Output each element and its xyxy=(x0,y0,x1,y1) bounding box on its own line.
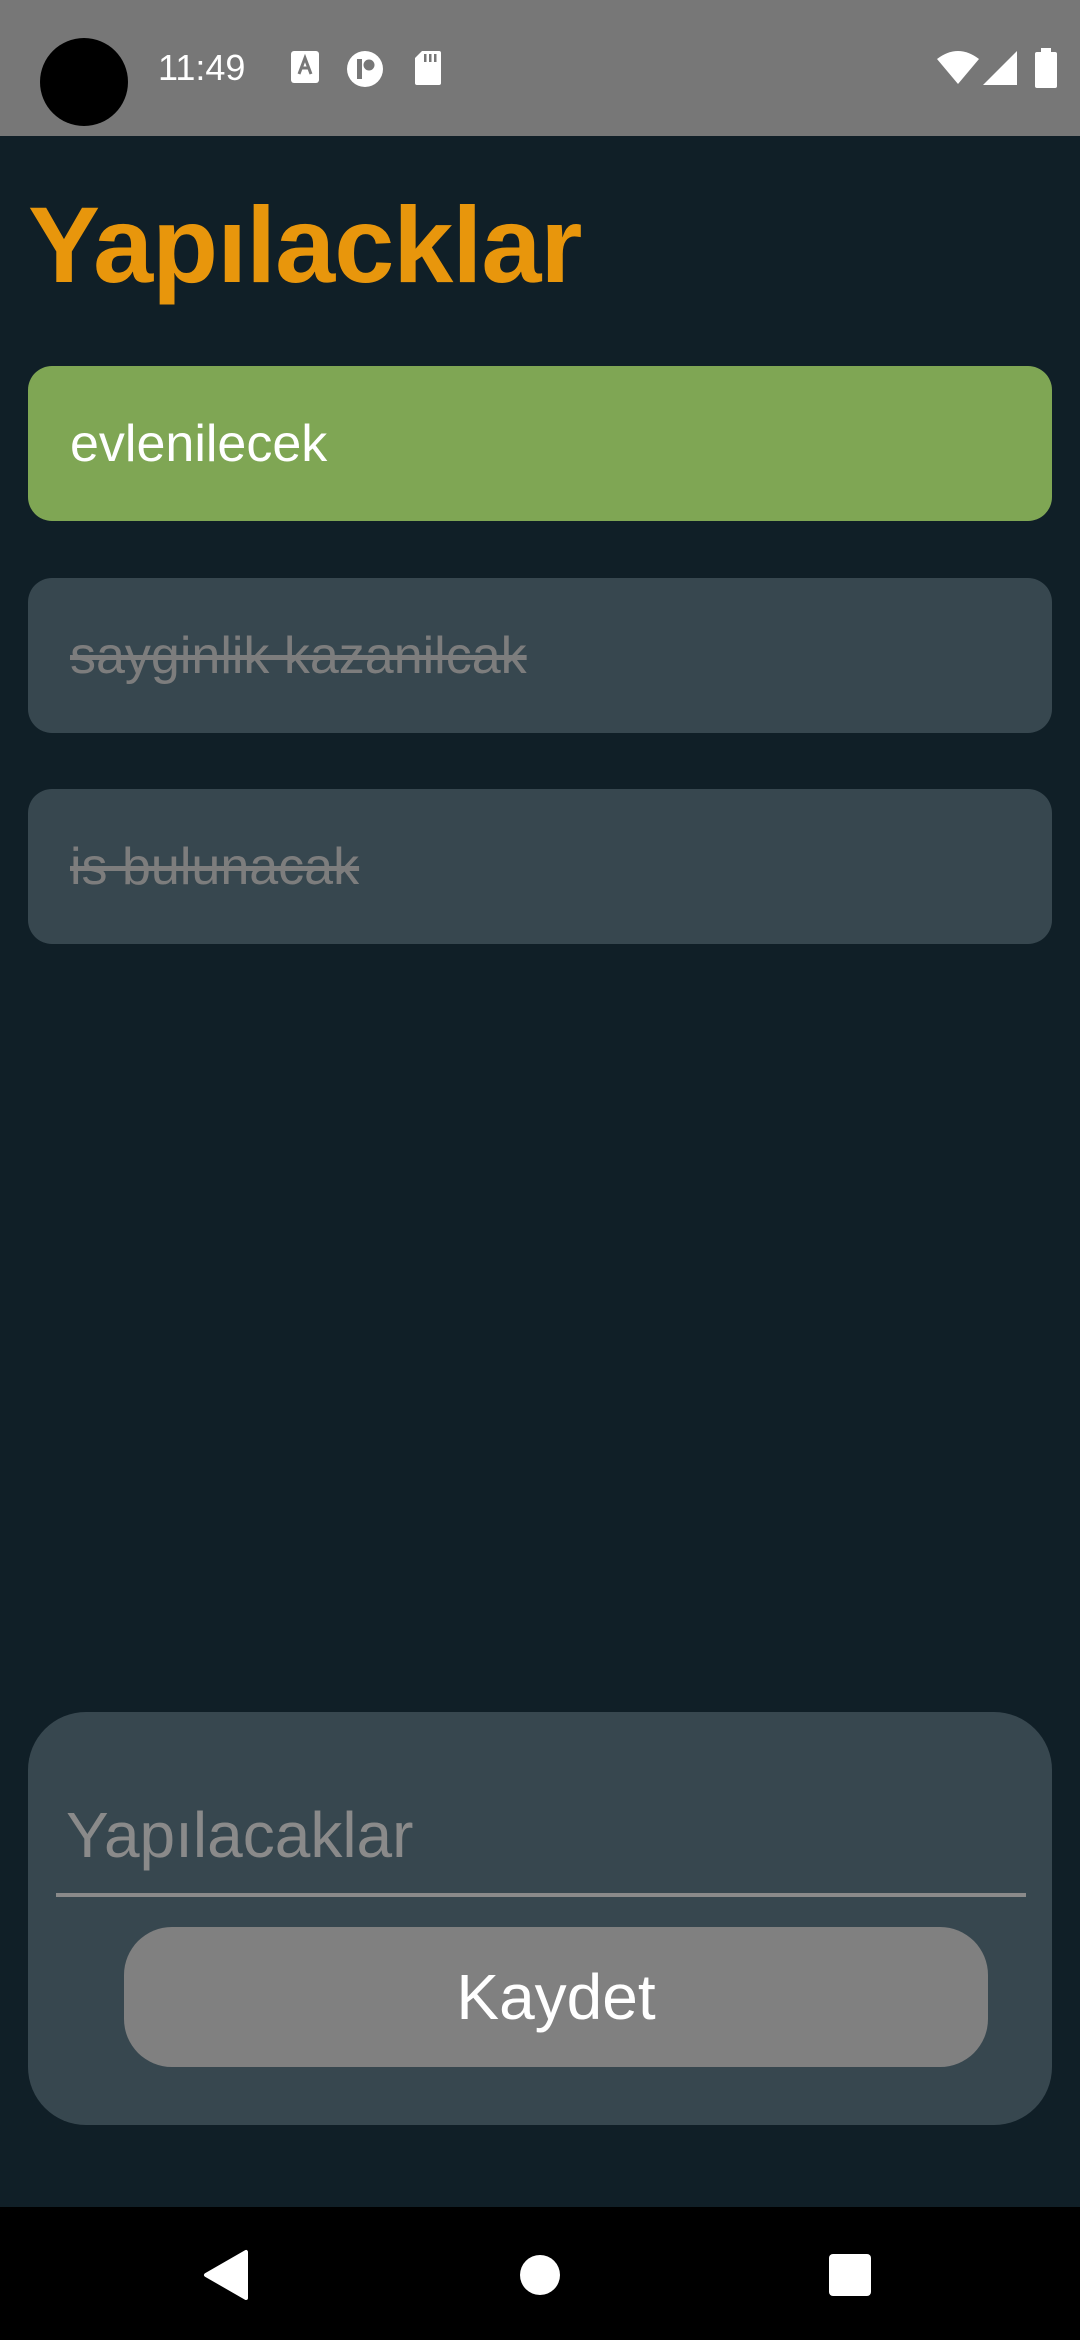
status-time: 11:49 xyxy=(158,47,246,88)
home-icon xyxy=(520,2255,560,2295)
navigation-bar xyxy=(0,2207,1080,2340)
cell-signal-icon xyxy=(983,51,1017,85)
home-button[interactable] xyxy=(498,2233,582,2317)
todo-item-completed[interactable]: sayginlik kazanilcak xyxy=(28,578,1052,733)
app-notification-icon xyxy=(347,51,383,87)
sd-card-icon xyxy=(415,51,441,85)
add-todo-card: Kaydet xyxy=(28,1712,1052,2125)
save-button[interactable]: Kaydet xyxy=(124,1927,988,2067)
back-button[interactable] xyxy=(184,2233,268,2317)
recents-icon xyxy=(829,2254,871,2296)
page-title: Yapılacklar xyxy=(28,184,582,305)
todo-item-completed[interactable]: is bulunacak xyxy=(28,789,1052,944)
camera-cutout xyxy=(40,38,128,126)
todo-input[interactable] xyxy=(56,1777,1026,1897)
back-icon xyxy=(204,2250,248,2300)
todo-item-label: is bulunacak xyxy=(70,837,360,896)
todo-item-label: evlenilecek xyxy=(70,414,328,473)
recents-button[interactable] xyxy=(808,2233,892,2317)
status-bar: 11:49 xyxy=(0,0,1080,136)
wifi-icon xyxy=(937,51,979,84)
todo-item-label: sayginlik kazanilcak xyxy=(70,626,527,685)
text-notification-icon xyxy=(291,51,319,83)
battery-icon xyxy=(1035,48,1057,88)
todo-item[interactable]: evlenilecek xyxy=(28,366,1052,521)
